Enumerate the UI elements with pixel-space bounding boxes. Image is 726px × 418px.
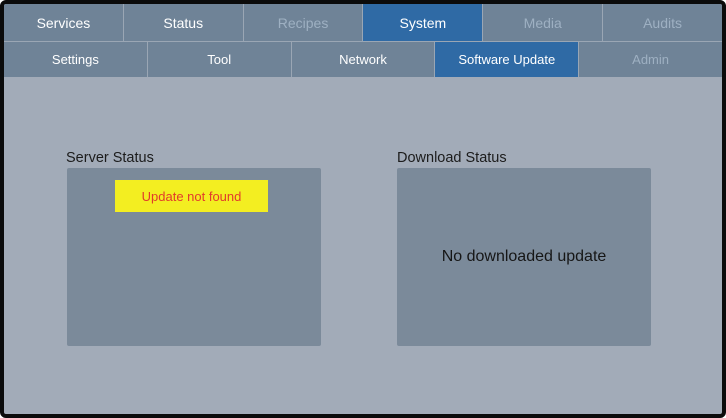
download-status-message: No downloaded update [441,248,607,265]
tab-audits[interactable]: Audits [603,4,722,42]
device-screen: Services Status Recipes System Media Aud… [0,0,726,418]
tab-tool[interactable]: Tool [147,42,292,77]
main-tab-bar: Services Status Recipes System Media Aud… [4,4,722,42]
tab-admin[interactable]: Admin [579,42,722,77]
tab-software-update[interactable]: Software Update [435,42,580,77]
tab-media[interactable]: Media [483,4,604,42]
server-status-title: Server Status [66,150,154,166]
update-not-found-badge: Update not found [115,180,268,212]
tab-network[interactable]: Network [291,42,436,77]
tab-status[interactable]: Status [123,4,244,42]
tab-services[interactable]: Services [4,4,124,42]
sub-tab-bar: Settings Tool Network Software Update Ad… [4,42,722,77]
tab-settings[interactable]: Settings [4,42,148,77]
tab-recipes[interactable]: Recipes [243,4,364,42]
tab-system[interactable]: System [363,4,484,42]
download-status-title: Download Status [397,150,507,166]
server-status-panel: Update not found [67,168,321,346]
download-status-panel: No downloaded update [397,168,651,346]
